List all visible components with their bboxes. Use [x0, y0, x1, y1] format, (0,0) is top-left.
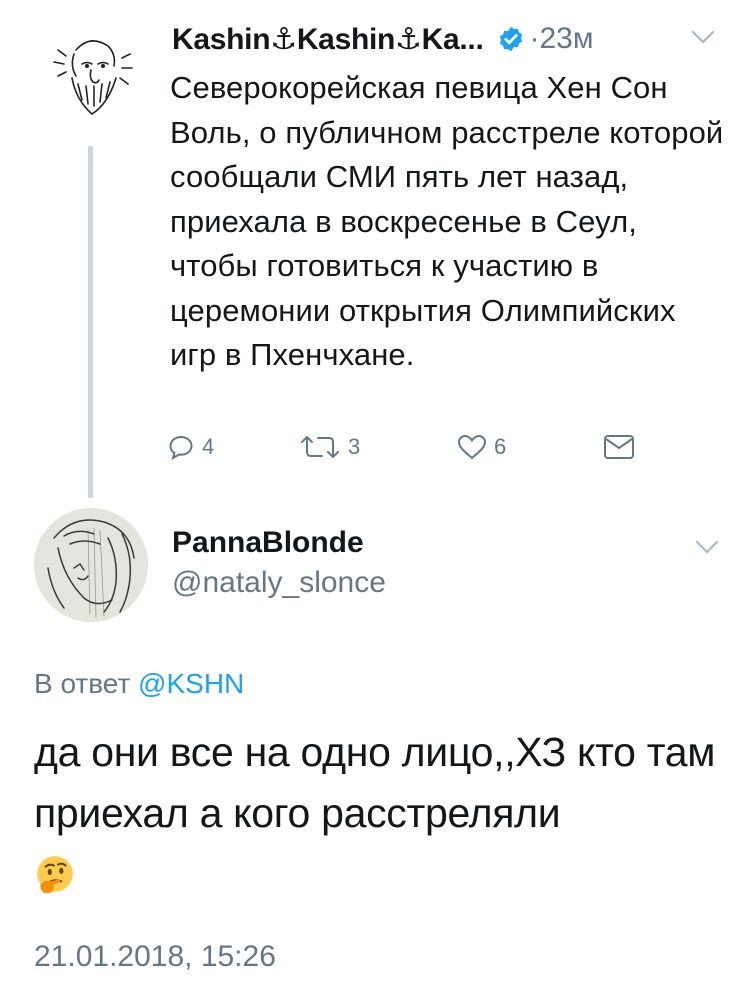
reply-button[interactable]: 4 [166, 432, 214, 462]
like-button[interactable]: 6 [456, 432, 506, 462]
reply-tweet-text: да они все на одно лицо,,ХЗ кто там прие… [34, 722, 734, 905]
reply-display-name[interactable]: PannaBlonde [172, 526, 364, 560]
verified-badge-icon [500, 26, 523, 52]
retweet-button[interactable]: 3 [298, 432, 360, 462]
thinking-face-icon [37, 856, 73, 894]
retweet-icon [301, 436, 339, 458]
retweet-count: 3 [348, 434, 361, 459]
reply-handle[interactable]: @nataly_slonce [172, 566, 386, 600]
parent-tweet-time[interactable]: ·23м [529, 22, 593, 56]
parent-tweet-text: Северокорейская певица Хен Сон Воль, о п… [170, 70, 724, 372]
like-count: 6 [494, 434, 507, 459]
envelope-icon [604, 435, 634, 459]
reply-to-prefix: В ответ [34, 668, 131, 699]
chevron-down-icon[interactable] [690, 28, 716, 46]
direct-message-button[interactable] [602, 432, 636, 462]
parent-tweet-header: Kashin⚓Kashin⚓Ka... ·23м [172, 18, 593, 60]
reply-timestamp: 21.01.2018, 15:26 [34, 940, 276, 973]
thread-connector-line [88, 146, 93, 498]
parent-display-name[interactable]: Kashin⚓Kashin⚓Ka... [172, 22, 484, 57]
heart-icon [457, 434, 487, 460]
reply-context: В ответ @KSHN [34, 668, 244, 700]
reply-to-mention-link[interactable]: @KSHN [138, 668, 244, 699]
reply-author-avatar[interactable] [34, 508, 148, 622]
chevron-down-icon[interactable] [694, 538, 720, 556]
time-value: 23м [539, 22, 594, 55]
author-avatar[interactable] [36, 20, 144, 128]
reply-icon [169, 435, 193, 461]
reply-text: да они все на одно лицо,,ХЗ кто там прие… [34, 729, 716, 836]
reply-count: 4 [202, 434, 215, 459]
